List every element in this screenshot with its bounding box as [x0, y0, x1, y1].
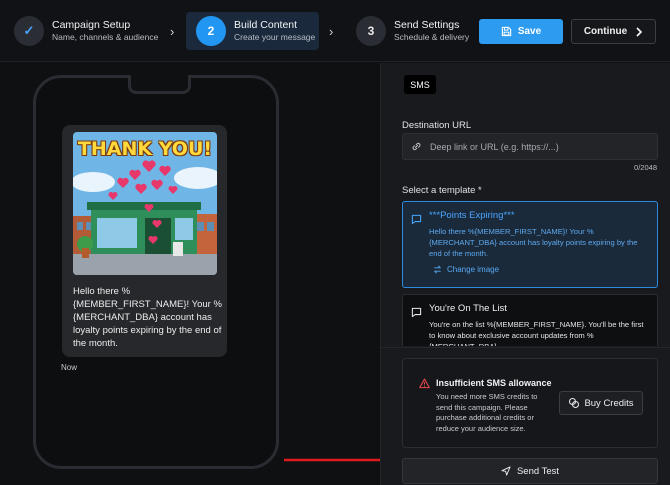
message-timestamp: Now — [61, 363, 78, 372]
step-title: Build Content — [234, 19, 298, 31]
change-image-link[interactable]: Change image — [433, 265, 499, 274]
swap-icon — [433, 265, 442, 274]
buy-credits-label: Buy Credits — [584, 397, 634, 409]
tab-sms[interactable]: SMS — [404, 75, 436, 94]
campaign-stepper: ✓ Campaign Setup Name, channels & audien… — [0, 0, 670, 62]
chevron-right-icon — [635, 26, 643, 37]
step-subtitle: Name, channels & audience — [52, 32, 159, 42]
phone-frame: THANK YOU! Hello there %{MEMBER_FIRST_NA… — [33, 75, 279, 469]
save-icon — [501, 26, 512, 37]
sms-editor-panel: SMS Destination URL 0/2048 Select a temp… — [380, 63, 670, 485]
step-title: Send Settings — [394, 19, 460, 31]
template-title: ***Points Expiring*** — [429, 210, 515, 221]
chevron-right-icon: › — [329, 24, 334, 39]
alert-title: Insufficient SMS allowance — [436, 378, 552, 388]
destination-url-field[interactable] — [402, 133, 658, 160]
warning-icon — [419, 376, 430, 394]
step-number: 2 — [196, 16, 226, 46]
panel-footer: Insufficient SMS allowance You need more… — [381, 347, 670, 485]
message-square-icon — [411, 305, 422, 323]
destination-url-label: Destination URL — [402, 120, 472, 131]
step-number: 3 — [356, 16, 386, 46]
alert-message: You need more SMS credits to send this c… — [436, 392, 538, 433]
message-text: Hello there %{MEMBER_FIRST_NAME}! Your %… — [73, 286, 222, 349]
save-button[interactable]: Save — [479, 19, 563, 44]
step-title: Campaign Setup — [52, 19, 131, 31]
template-card-points-expiring[interactable]: ***Points Expiring*** Hello there %{MEMB… — [402, 201, 658, 288]
coins-icon — [568, 397, 580, 409]
template-title: You're On The List — [429, 303, 507, 314]
step-send-settings[interactable]: 3 Send Settings Schedule & delivery — [356, 12, 469, 50]
insufficient-credits-alert: Insufficient SMS allowance You need more… — [402, 358, 658, 448]
save-label: Save — [517, 26, 542, 37]
link-icon — [411, 141, 422, 152]
message-bubble: THANK YOU! Hello there %{MEMBER_FIRST_NA… — [62, 125, 227, 357]
template-body: Hello there %{MEMBER_FIRST_NAME}! Your %… — [429, 227, 638, 258]
continue-label: Continue — [583, 26, 628, 37]
character-counter: 0/2048 — [634, 163, 657, 172]
destination-url-input[interactable] — [430, 141, 650, 152]
change-image-label: Change image — [447, 265, 500, 274]
chevron-right-icon: › — [170, 24, 175, 39]
template-list: ***Points Expiring*** Hello there %{MEMB… — [402, 200, 658, 346]
message-preview: THANK YOU! Hello there %{MEMBER_FIRST_NA… — [0, 63, 395, 485]
check-icon: ✓ — [14, 16, 44, 46]
buy-credits-button[interactable]: Buy Credits — [559, 391, 643, 415]
step-build-content[interactable]: 2 Build Content Create your message — [186, 12, 319, 50]
template-body: You're on the list %{MEMBER_FIRST_NAME}.… — [429, 320, 644, 346]
template-card-on-the-list[interactable]: You're On The List You're on the list %{… — [402, 294, 658, 346]
send-test-label: Send Test — [516, 465, 560, 477]
image-caption: THANK YOU! — [77, 138, 213, 160]
step-subtitle: Schedule & delivery — [394, 32, 470, 42]
send-icon — [501, 466, 511, 476]
mms-image: THANK YOU! — [73, 132, 217, 275]
message-square-icon — [411, 212, 422, 230]
continue-button[interactable]: Continue — [571, 19, 656, 44]
template-select-label: Select a template * — [402, 185, 482, 196]
send-test-button[interactable]: Send Test — [402, 458, 658, 484]
phone-notch — [128, 75, 191, 94]
step-campaign-setup[interactable]: ✓ Campaign Setup Name, channels & audien… — [14, 12, 158, 50]
step-subtitle: Create your message — [234, 32, 316, 42]
